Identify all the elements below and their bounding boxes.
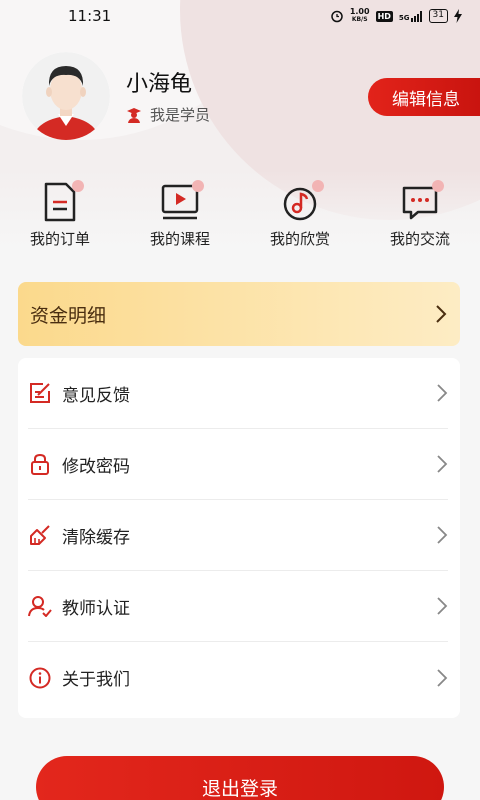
status-icons: 1.00 KB/S HD 5G 31	[330, 8, 462, 24]
settings-label-password: 修改密码	[62, 456, 130, 477]
quick-item-appreciation[interactable]: 我的欣赏	[240, 180, 360, 260]
settings-label-about: 关于我们	[62, 670, 130, 690]
funds-detail-label: 资金明细	[30, 304, 107, 327]
user-role-label: 我是学员	[150, 106, 211, 124]
quick-item-orders[interactable]: 我的订单	[0, 180, 120, 260]
settings-label-teacher-verify: 教师认证	[62, 598, 130, 619]
quick-item-courses[interactable]: 我的课程	[120, 180, 240, 260]
status-time: 11:31	[68, 7, 112, 25]
settings-list: 意见反馈 修改密码 清除缓存 教师认证 关于我们	[18, 358, 460, 718]
broom-icon	[30, 525, 50, 545]
alarm-icon	[331, 10, 343, 23]
edit-profile-button[interactable]: 编辑信息	[368, 78, 480, 116]
signal-icon	[410, 10, 422, 22]
chevron-right-icon	[437, 668, 448, 687]
chevron-right-icon	[437, 455, 448, 473]
student-icon	[127, 107, 141, 123]
user-role: 我是学员	[126, 104, 210, 125]
charging-icon	[454, 9, 462, 23]
status-bar: 11:31 1.00 KB/S HD 5G 31	[0, 0, 480, 32]
chevron-right-icon	[437, 526, 448, 544]
chevron-right-icon	[437, 384, 448, 402]
quick-menu: 我的订单 我的课程 我的欣赏 我的交流	[0, 180, 480, 260]
feedback-edit-icon	[30, 383, 50, 403]
quick-item-exchange[interactable]: 我的交流	[360, 180, 480, 260]
settings-item-password[interactable]: 修改密码	[28, 429, 448, 500]
avatar[interactable]	[22, 52, 110, 140]
teacher-verify-icon	[28, 596, 52, 617]
avatar-illustration	[22, 52, 110, 140]
settings-item-clear-cache[interactable]: 清除缓存	[28, 500, 448, 571]
quick-label-orders: 我的订单	[29, 230, 90, 248]
network-type: 5G	[399, 10, 423, 22]
settings-item-about[interactable]: 关于我们	[28, 642, 448, 713]
info-icon	[29, 667, 51, 688]
battery-icon: 31	[428, 9, 448, 23]
hd-badge: HD	[375, 10, 393, 22]
quick-label-courses: 我的课程	[149, 230, 210, 248]
settings-label-clear-cache: 清除缓存	[62, 527, 130, 548]
quick-label-appreciation: 我的欣赏	[269, 230, 330, 248]
user-name: 小海龟	[126, 72, 193, 97]
quick-label-exchange: 我的交流	[389, 230, 450, 248]
network-rate: 1.00 KB/S	[349, 7, 370, 24]
lock-icon	[31, 453, 49, 475]
settings-label-feedback: 意见反馈	[62, 385, 130, 406]
chevron-right-icon	[437, 597, 448, 615]
funds-detail-row[interactable]: 资金明细	[18, 282, 460, 346]
chevron-right-icon	[436, 305, 447, 323]
settings-item-teacher-verify[interactable]: 教师认证	[28, 571, 448, 642]
logout-button[interactable]: 退出登录	[36, 756, 444, 800]
settings-item-feedback[interactable]: 意见反馈	[28, 358, 448, 429]
